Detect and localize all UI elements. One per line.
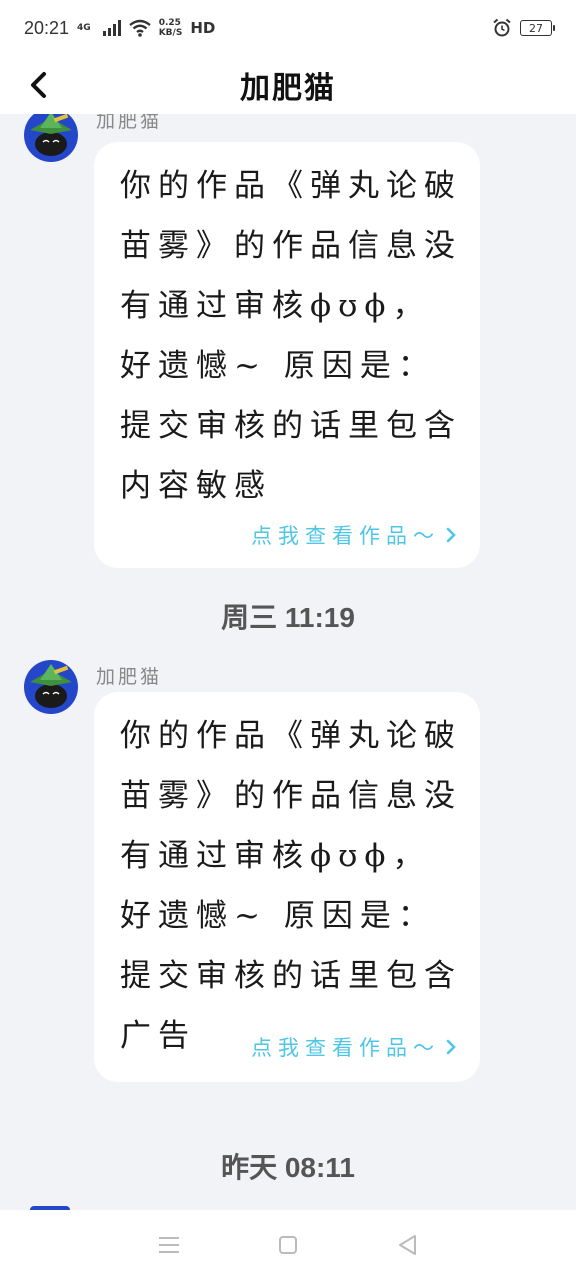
message-bubble[interactable]: 你的作品《弹丸论破苗雾》的作品信息没有通过审核ϕʊϕ，好遗憾~ 原因是：提交审核… [94,142,480,568]
status-bar: 20:21 4G 0.25 KB/S HD 27 [0,0,576,56]
cat-avatar-icon [30,664,72,708]
view-work-link[interactable]: 点我查看作品～ [251,520,456,550]
chat-header: 加肥猫 [0,56,576,114]
view-work-link[interactable]: 点我查看作品～ [251,1032,456,1062]
nav-back-button[interactable] [392,1230,422,1260]
view-work-label: 点我查看作品～ [251,524,440,548]
hd-indicator: HD [190,19,216,37]
sender-name: 加肥猫 [96,666,163,688]
menu-icon [159,1237,180,1253]
avatar[interactable] [24,660,78,714]
chevron-right-icon [446,527,456,543]
sender-name: 加肥猫 [96,114,163,132]
status-time: 20:21 [24,17,70,38]
chevron-right-icon [446,1039,456,1055]
view-work-label: 点我查看作品～ [251,1036,440,1060]
timestamp: 周三 11:19 [221,602,355,633]
page-title: 加肥猫 [240,71,336,106]
system-nav-bar [0,1210,576,1280]
signal-icon [102,20,121,36]
menu-button[interactable] [154,1230,184,1260]
battery-indicator: 27 [520,20,555,36]
cat-avatar-icon [30,114,72,156]
message-bubble[interactable]: 你的作品《弹丸论破苗雾》的作品信息没有通过审核ϕʊϕ，好遗憾~ 原因是：提交审核… [94,692,480,1082]
timestamp: 昨天 08:11 [221,1152,355,1183]
chat-list[interactable]: 加肥猫 你的作品《弹丸论破苗雾》的作品信息没有通过审核ϕʊϕ，好遗憾~ 原因是：… [0,114,576,1210]
alarm-icon [493,18,511,37]
speed-value: 0.25 [158,18,181,28]
message-text: 你的作品《弹丸论破苗雾》的作品信息没有通过审核ϕʊϕ，好遗憾~ 原因是：提交审核… [120,718,462,1054]
back-button[interactable] [18,62,58,108]
chevron-left-icon [31,72,46,98]
network-type: 4G [77,22,91,33]
wifi-icon [128,19,151,37]
network-speed: 0.25 KB/S [159,18,183,38]
avatar[interactable] [24,114,78,162]
message-text: 你的作品《弹丸论破苗雾》的作品信息没有通过审核ϕʊϕ，好遗憾~ 原因是：提交审核… [120,168,462,504]
back-triangle-icon [398,1235,416,1255]
speed-unit: KB/S [158,28,183,38]
home-icon [278,1236,297,1254]
home-button[interactable] [273,1230,303,1260]
